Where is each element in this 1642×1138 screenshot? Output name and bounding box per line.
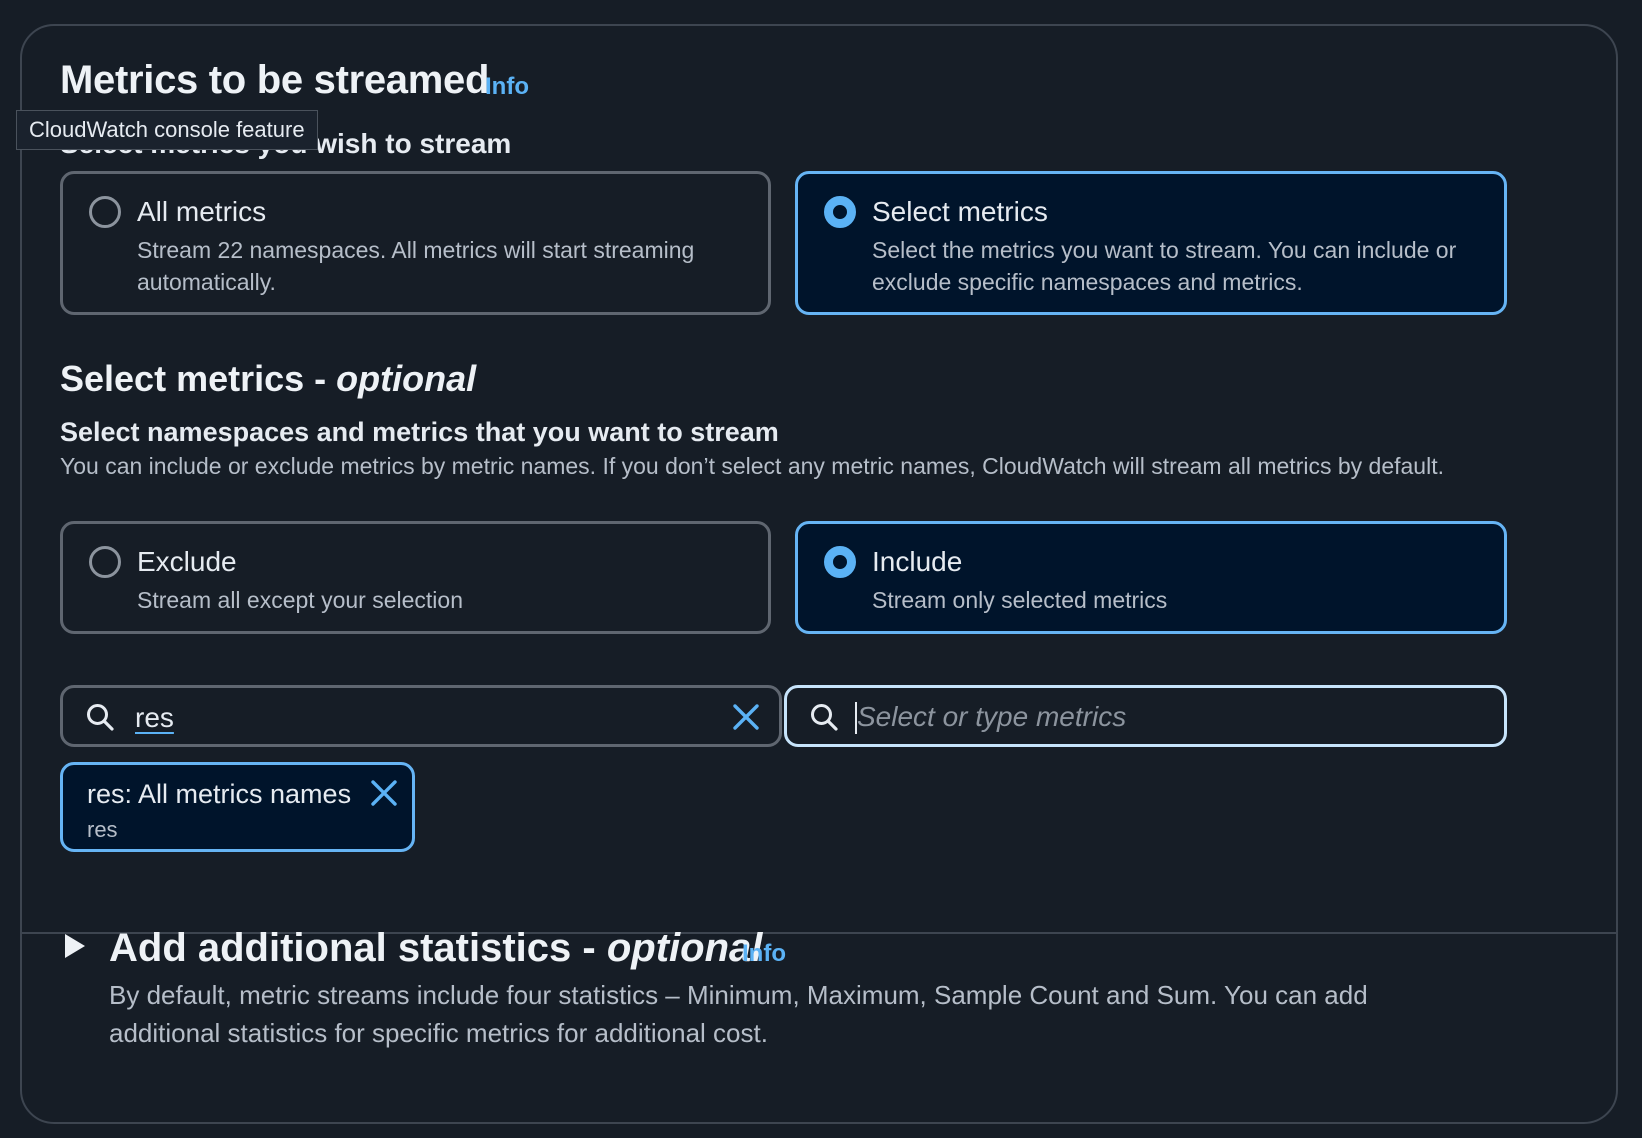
token-label: res: All metrics names (87, 779, 352, 809)
option-all-metrics[interactable]: All metrics Stream 22 namespaces. All me… (60, 171, 771, 315)
additional-stats-heading[interactable]: Add additional statistics - optional (109, 926, 762, 971)
option-select-metrics[interactable]: Select metrics Select the metrics you wa… (795, 171, 1507, 315)
metrics-search[interactable] (784, 685, 1507, 747)
option-title: Include (872, 546, 963, 577)
selected-token[interactable]: res: All metrics names res (60, 762, 415, 852)
option-title: Exclude (137, 546, 237, 577)
select-metrics-heading: Select metrics - optional (60, 358, 476, 400)
option-exclude[interactable]: Exclude Stream all except your selection (60, 521, 771, 634)
option-title: All metrics (137, 196, 267, 227)
heading-optional: optional (336, 358, 477, 399)
section-title: Metrics to be streamed (60, 58, 490, 102)
radio-all-metrics[interactable] (89, 196, 121, 228)
namespace-search[interactable]: res (60, 685, 782, 747)
search-icon (87, 704, 114, 731)
option-title: Select metrics (872, 196, 1048, 227)
radio-exclude[interactable] (89, 546, 121, 578)
close-icon[interactable] (370, 779, 398, 807)
metrics-search-input[interactable] (855, 696, 1459, 738)
option-description: Stream only selected metrics (872, 587, 1168, 613)
option-description: Stream all except your selection (137, 587, 463, 613)
close-icon[interactable] (731, 702, 761, 732)
tooltip: CloudWatch console feature (16, 110, 318, 150)
info-link[interactable]: Info (485, 73, 529, 101)
option-include[interactable]: Include Stream only selected metrics (795, 521, 1507, 634)
heading-text: Select metrics - (60, 358, 337, 399)
search-icon (811, 704, 838, 731)
radio-select-metrics[interactable] (824, 196, 856, 228)
namespaces-description: You can include or exclude metrics by me… (60, 453, 1444, 479)
heading-text: Add additional statistics - (109, 926, 607, 970)
namespace-search-value[interactable]: res (135, 702, 174, 734)
option-description: Stream 22 namespaces. All metrics will s… (137, 237, 695, 295)
token-sublabel: res (87, 817, 118, 842)
additional-stats-description: By default, metric streams include four … (109, 980, 1368, 1048)
radio-include[interactable] (824, 546, 856, 578)
option-description: Select the metrics you want to stream. Y… (872, 237, 1457, 295)
heading-optional: optional (606, 926, 763, 970)
caret-right-icon[interactable] (65, 934, 85, 958)
namespaces-label: Select namespaces and metrics that you w… (60, 417, 779, 447)
info-link[interactable]: Info (742, 940, 786, 968)
